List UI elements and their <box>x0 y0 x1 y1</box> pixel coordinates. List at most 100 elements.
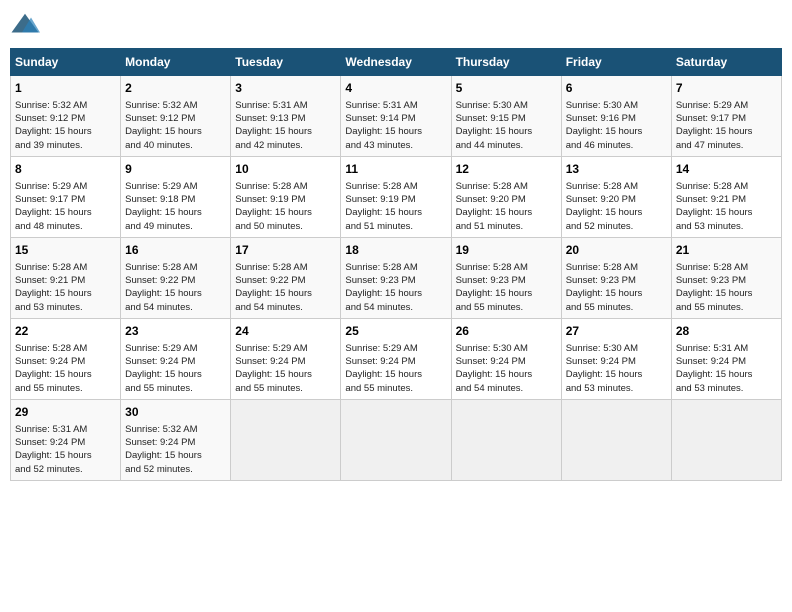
day-number: 25 <box>345 323 446 340</box>
day-number: 3 <box>235 80 336 97</box>
day-info: Sunrise: 5:30 AM Sunset: 9:24 PM Dayligh… <box>456 342 557 395</box>
calendar-cell: 25 Sunrise: 5:29 AM Sunset: 9:24 PM Dayli… <box>341 318 451 399</box>
day-info: Sunrise: 5:28 AM Sunset: 9:19 PM Dayligh… <box>235 180 336 233</box>
calendar-cell: 18 Sunrise: 5:28 AM Sunset: 9:23 PM Dayli… <box>341 237 451 318</box>
day-number: 7 <box>676 80 777 97</box>
weekday-header: Monday <box>121 49 231 76</box>
day-number: 12 <box>456 161 557 178</box>
calendar-cell: 30 Sunrise: 5:32 AM Sunset: 9:24 PM Dayli… <box>121 399 231 480</box>
day-info: Sunrise: 5:29 AM Sunset: 9:24 PM Dayligh… <box>125 342 226 395</box>
calendar-week-row: 15 Sunrise: 5:28 AM Sunset: 9:21 PM Dayli… <box>11 237 782 318</box>
day-number: 18 <box>345 242 446 259</box>
calendar-cell <box>671 399 781 480</box>
calendar-cell: 7Sunrise: 5:29 AM Sunset: 9:17 PM Daylig… <box>671 76 781 157</box>
day-info: Sunrise: 5:30 AM Sunset: 9:16 PM Dayligh… <box>566 99 667 152</box>
day-info: Sunrise: 5:28 AM Sunset: 9:23 PM Dayligh… <box>566 261 667 314</box>
weekday-header: Friday <box>561 49 671 76</box>
calendar-cell: 28 Sunrise: 5:31 AM Sunset: 9:24 PM Dayli… <box>671 318 781 399</box>
calendar-cell: 16Sunrise: 5:28 AM Sunset: 9:22 PM Dayli… <box>121 237 231 318</box>
calendar-week-row: 22 Sunrise: 5:28 AM Sunset: 9:24 PM Dayli… <box>11 318 782 399</box>
day-info: Sunrise: 5:28 AM Sunset: 9:19 PM Dayligh… <box>345 180 446 233</box>
calendar-cell <box>561 399 671 480</box>
day-info: Sunrise: 5:31 AM Sunset: 9:24 PM Dayligh… <box>15 423 116 476</box>
weekday-header: Wednesday <box>341 49 451 76</box>
weekday-header: Tuesday <box>231 49 341 76</box>
calendar-cell: 15 Sunrise: 5:28 AM Sunset: 9:21 PM Dayli… <box>11 237 121 318</box>
calendar-cell: 29 Sunrise: 5:31 AM Sunset: 9:24 PM Dayli… <box>11 399 121 480</box>
day-number: 22 <box>15 323 116 340</box>
weekday-header: Sunday <box>11 49 121 76</box>
day-number: 15 <box>15 242 116 259</box>
day-info: Sunrise: 5:28 AM Sunset: 9:20 PM Dayligh… <box>566 180 667 233</box>
calendar-cell <box>341 399 451 480</box>
day-info: Sunrise: 5:30 AM Sunset: 9:24 PM Dayligh… <box>566 342 667 395</box>
day-info: Sunrise: 5:29 AM Sunset: 9:24 PM Dayligh… <box>345 342 446 395</box>
header <box>10 10 782 40</box>
calendar-cell: 4Sunrise: 5:31 AM Sunset: 9:14 PM Daylig… <box>341 76 451 157</box>
day-number: 19 <box>456 242 557 259</box>
day-number: 16 <box>125 242 226 259</box>
calendar-week-row: 29 Sunrise: 5:31 AM Sunset: 9:24 PM Dayli… <box>11 399 782 480</box>
day-number: 17 <box>235 242 336 259</box>
calendar-cell: 1 Sunrise: 5:32 AM Sunset: 9:12 PM Daylig… <box>11 76 121 157</box>
day-number: 1 <box>15 80 116 97</box>
calendar-cell: 20 Sunrise: 5:28 AM Sunset: 9:23 PM Dayli… <box>561 237 671 318</box>
calendar-cell: 23 Sunrise: 5:29 AM Sunset: 9:24 PM Dayli… <box>121 318 231 399</box>
day-number: 20 <box>566 242 667 259</box>
day-number: 10 <box>235 161 336 178</box>
calendar-cell: 2 Sunrise: 5:32 AM Sunset: 9:12 PM Daylig… <box>121 76 231 157</box>
calendar-week-row: 1 Sunrise: 5:32 AM Sunset: 9:12 PM Daylig… <box>11 76 782 157</box>
day-info: Sunrise: 5:30 AM Sunset: 9:15 PM Dayligh… <box>456 99 557 152</box>
calendar-cell: 22 Sunrise: 5:28 AM Sunset: 9:24 PM Dayli… <box>11 318 121 399</box>
calendar-cell: 9 Sunrise: 5:29 AM Sunset: 9:18 PM Daylig… <box>121 156 231 237</box>
calendar-cell: 11 Sunrise: 5:28 AM Sunset: 9:19 PM Dayli… <box>341 156 451 237</box>
day-info: Sunrise: 5:28 AM Sunset: 9:23 PM Dayligh… <box>676 261 777 314</box>
day-info: Sunrise: 5:32 AM Sunset: 9:12 PM Dayligh… <box>15 99 116 152</box>
day-number: 14 <box>676 161 777 178</box>
day-info: Sunrise: 5:32 AM Sunset: 9:12 PM Dayligh… <box>125 99 226 152</box>
calendar-cell: 8 Sunrise: 5:29 AM Sunset: 9:17 PM Daylig… <box>11 156 121 237</box>
calendar-cell: 13 Sunrise: 5:28 AM Sunset: 9:20 PM Dayli… <box>561 156 671 237</box>
day-info: Sunrise: 5:31 AM Sunset: 9:14 PM Dayligh… <box>345 99 446 152</box>
day-info: Sunrise: 5:28 AM Sunset: 9:21 PM Dayligh… <box>15 261 116 314</box>
calendar-table: SundayMondayTuesdayWednesdayThursdayFrid… <box>10 48 782 481</box>
day-number: 23 <box>125 323 226 340</box>
day-number: 13 <box>566 161 667 178</box>
day-number: 5 <box>456 80 557 97</box>
calendar-cell: 12 Sunrise: 5:28 AM Sunset: 9:20 PM Dayli… <box>451 156 561 237</box>
day-info: Sunrise: 5:28 AM Sunset: 9:23 PM Dayligh… <box>456 261 557 314</box>
calendar-cell: 26 Sunrise: 5:30 AM Sunset: 9:24 PM Dayli… <box>451 318 561 399</box>
day-info: Sunrise: 5:29 AM Sunset: 9:24 PM Dayligh… <box>235 342 336 395</box>
calendar-cell: 24Sunrise: 5:29 AM Sunset: 9:24 PM Dayli… <box>231 318 341 399</box>
calendar-cell: 5 Sunrise: 5:30 AM Sunset: 9:15 PM Daylig… <box>451 76 561 157</box>
day-number: 21 <box>676 242 777 259</box>
day-info: Sunrise: 5:32 AM Sunset: 9:24 PM Dayligh… <box>125 423 226 476</box>
day-info: Sunrise: 5:31 AM Sunset: 9:24 PM Dayligh… <box>676 342 777 395</box>
day-info: Sunrise: 5:29 AM Sunset: 9:18 PM Dayligh… <box>125 180 226 233</box>
day-number: 29 <box>15 404 116 421</box>
day-number: 9 <box>125 161 226 178</box>
day-info: Sunrise: 5:28 AM Sunset: 9:20 PM Dayligh… <box>456 180 557 233</box>
calendar-cell: 27 Sunrise: 5:30 AM Sunset: 9:24 PM Dayli… <box>561 318 671 399</box>
calendar-cell: 21 Sunrise: 5:28 AM Sunset: 9:23 PM Dayli… <box>671 237 781 318</box>
day-info: Sunrise: 5:28 AM Sunset: 9:22 PM Dayligh… <box>235 261 336 314</box>
day-info: Sunrise: 5:29 AM Sunset: 9:17 PM Dayligh… <box>15 180 116 233</box>
day-info: Sunrise: 5:28 AM Sunset: 9:24 PM Dayligh… <box>15 342 116 395</box>
calendar-cell: 3 Sunrise: 5:31 AM Sunset: 9:13 PM Daylig… <box>231 76 341 157</box>
day-number: 8 <box>15 161 116 178</box>
day-number: 26 <box>456 323 557 340</box>
calendar-cell <box>451 399 561 480</box>
day-number: 27 <box>566 323 667 340</box>
day-number: 30 <box>125 404 226 421</box>
day-info: Sunrise: 5:31 AM Sunset: 9:13 PM Dayligh… <box>235 99 336 152</box>
day-info: Sunrise: 5:28 AM Sunset: 9:23 PM Dayligh… <box>345 261 446 314</box>
weekday-header: Thursday <box>451 49 561 76</box>
day-number: 2 <box>125 80 226 97</box>
calendar-cell: 14 Sunrise: 5:28 AM Sunset: 9:21 PM Dayli… <box>671 156 781 237</box>
day-info: Sunrise: 5:28 AM Sunset: 9:21 PM Dayligh… <box>676 180 777 233</box>
day-number: 11 <box>345 161 446 178</box>
logo-icon <box>10 10 40 40</box>
calendar-week-row: 8 Sunrise: 5:29 AM Sunset: 9:17 PM Daylig… <box>11 156 782 237</box>
day-number: 28 <box>676 323 777 340</box>
weekday-header: Saturday <box>671 49 781 76</box>
